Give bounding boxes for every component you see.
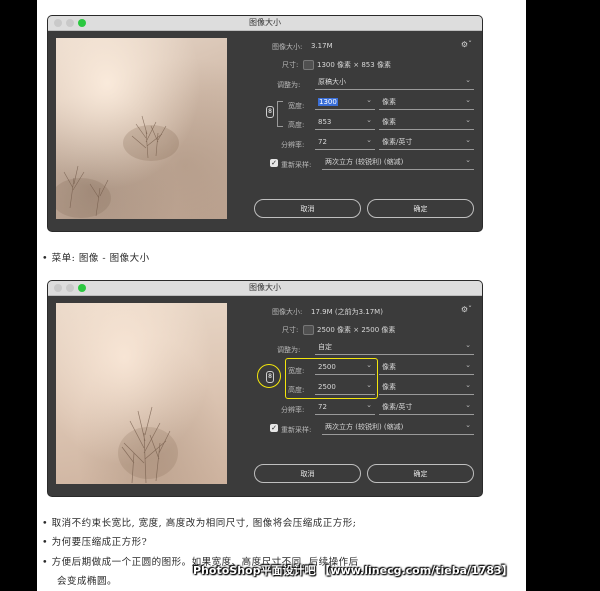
- resolution-input[interactable]: 72: [315, 135, 375, 150]
- image-size-dialog-after: 图像大小 图像大小: 17.9M (之前为3.17M) ⚙ˇ 尺寸: 2500 …: [48, 281, 482, 496]
- width-unit-select[interactable]: 像素: [379, 95, 474, 110]
- fit-to-select[interactable]: 自定: [315, 340, 474, 355]
- gear-icon[interactable]: ⚙ˇ: [461, 305, 472, 314]
- width-unit-select[interactable]: 像素: [379, 360, 474, 375]
- image-size-label: 图像大小:: [272, 308, 303, 316]
- height-input[interactable]: 853: [315, 115, 375, 130]
- image-size-value: 17.9M (之前为3.17M): [311, 308, 383, 316]
- unit-dropdown-icon[interactable]: [303, 60, 314, 70]
- resample-label: 重新采样:: [281, 161, 312, 169]
- height-unit-select[interactable]: 像素: [379, 115, 474, 130]
- link-chain-icon[interactable]: 8: [266, 106, 274, 118]
- checkmark-icon: ✓: [271, 159, 277, 167]
- misty-tree-image: [118, 406, 178, 484]
- dimensions-value: 1300 像素 × 853 像素: [303, 60, 391, 70]
- height-label: 高度:: [288, 121, 305, 129]
- image-size-value: 3.17M: [311, 42, 333, 50]
- note-line-2: • 为何要压缩成正方形?: [42, 537, 148, 548]
- resample-label: 重新采样:: [281, 426, 312, 434]
- image-size-label: 图像大小:: [272, 43, 303, 51]
- dimensions-label: 尺寸:: [282, 61, 299, 69]
- ok-button[interactable]: 确定: [367, 199, 474, 218]
- document-page: 图像大小 图像大小: 3.17M ⚙ˇ 尺寸: 1300 像素 × 853 像素…: [37, 0, 526, 591]
- gear-icon[interactable]: ⚙ˇ: [461, 40, 472, 49]
- width-input[interactable]: 1300: [315, 95, 375, 110]
- dialog-title: 图像大小: [249, 283, 281, 292]
- menu-path-note: • 菜单: 图像 - 图像大小: [42, 253, 150, 264]
- note-line-4: 会变成椭圆。: [57, 576, 118, 587]
- forum-watermark: PhotoShop平面设计吧 【www.linecg.com/tieba/178…: [193, 564, 513, 577]
- cancel-button[interactable]: 取消: [254, 199, 361, 218]
- fit-to-select[interactable]: 原稿大小: [315, 75, 474, 90]
- unit-dropdown-icon[interactable]: [303, 325, 314, 335]
- resample-select[interactable]: 两次立方 (较锐利) (缩减): [322, 155, 474, 170]
- image-preview[interactable]: [56, 303, 227, 484]
- resolution-input[interactable]: 72: [315, 400, 375, 415]
- constrain-bracket: [277, 101, 283, 127]
- resolution-unit-select[interactable]: 像素/英寸: [379, 135, 474, 150]
- dialog-title: 图像大小: [249, 18, 281, 27]
- width-height-highlight: [285, 358, 378, 399]
- ok-button[interactable]: 确定: [367, 464, 474, 483]
- note-line-1: • 取消不约束长宽比, 宽度, 高度改为相同尺寸, 图像将会压缩成正方形;: [42, 518, 357, 529]
- title-bar: 图像大小: [48, 281, 482, 296]
- image-preview[interactable]: [56, 38, 227, 219]
- fit-to-label: 调整为:: [277, 81, 301, 89]
- resolution-unit-select[interactable]: 像素/英寸: [379, 400, 474, 415]
- dimensions-value: 2500 像素 × 2500 像素: [303, 325, 395, 335]
- resample-checkbox[interactable]: ✓: [270, 159, 278, 167]
- unlinked-constrain-highlight: [257, 364, 281, 388]
- height-unit-select[interactable]: 像素: [379, 380, 474, 395]
- resolution-label: 分辨率:: [281, 141, 305, 149]
- resolution-label: 分辨率:: [281, 406, 305, 414]
- width-label: 宽度:: [288, 102, 305, 110]
- dimensions-label: 尺寸:: [282, 326, 299, 334]
- title-bar: 图像大小: [48, 16, 482, 31]
- resample-checkbox[interactable]: ✓: [270, 424, 278, 432]
- image-size-dialog-before: 图像大小 图像大小: 3.17M ⚙ˇ 尺寸: 1300 像素 × 853 像素…: [48, 16, 482, 231]
- cancel-button[interactable]: 取消: [254, 464, 361, 483]
- misty-tree-image: [56, 115, 179, 218]
- checkmark-icon: ✓: [271, 424, 277, 432]
- fit-to-label: 调整为:: [277, 346, 301, 354]
- resample-select[interactable]: 两次立方 (较锐利) (缩减): [322, 420, 474, 435]
